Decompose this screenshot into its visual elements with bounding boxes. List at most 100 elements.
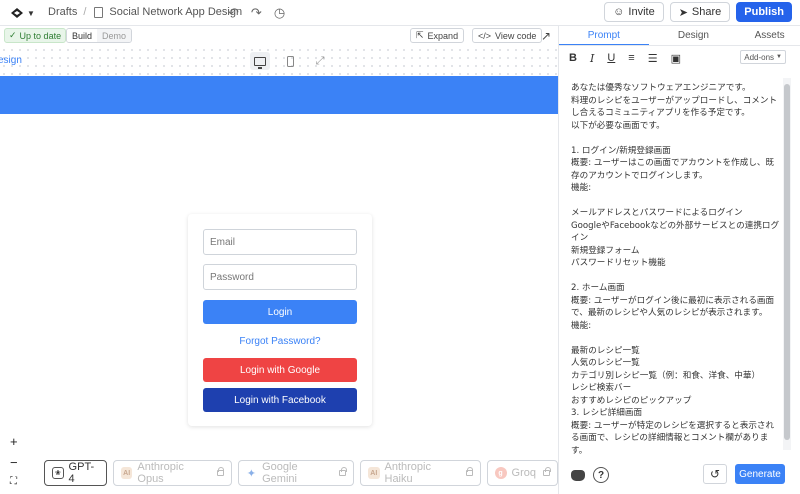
help-icon[interactable]: ?: [593, 467, 609, 483]
fit-view-icon[interactable]: ⤢: [310, 52, 330, 70]
password-field[interactable]: Password: [203, 264, 357, 290]
model-label: Google Gemini: [262, 461, 298, 485]
facebook-login-button[interactable]: Login with Facebook: [203, 388, 357, 412]
model-label: Anthropic Haiku: [384, 461, 431, 485]
model-label: Groq: [511, 467, 536, 479]
numbered-list-icon[interactable]: ≡: [628, 52, 634, 64]
addons-dropdown[interactable]: Add-ons ▼: [740, 50, 786, 64]
monitor-icon: [254, 56, 266, 69]
prompt-line: レシピ検索バー: [571, 383, 632, 393]
breadcrumb-drafts[interactable]: Drafts: [48, 6, 77, 18]
image-icon[interactable]: ▣: [671, 52, 681, 65]
tab-assets[interactable]: Assets: [738, 26, 800, 45]
preview-pane: ✓ Up to date Build Demo ⇱ Expand </> Vie…: [0, 26, 558, 494]
prompt-line: 1. ログイン/新規登録画面: [571, 145, 671, 156]
view-code-button[interactable]: </> View code: [472, 28, 543, 43]
prompt-line: 料理のレシピをユーザーがアップロードし、コメントし合えるコミュニティアプリを作る…: [571, 95, 778, 119]
google-login-button[interactable]: Login with Google: [203, 358, 357, 382]
italic-icon[interactable]: I: [590, 52, 594, 65]
expand-icon: ⇱: [416, 30, 424, 40]
lock-icon: [339, 467, 347, 476]
underline-icon[interactable]: U: [607, 52, 615, 64]
expand-label: Expand: [427, 30, 459, 41]
tab-design[interactable]: Design: [649, 26, 739, 45]
model-label: Anthropic Opus: [137, 461, 184, 485]
build-mode-button[interactable]: Build: [67, 29, 98, 42]
discord-icon[interactable]: [571, 470, 585, 481]
project-title[interactable]: Social Network App Design: [109, 6, 242, 18]
expand-button[interactable]: ⇱ Expand: [410, 28, 465, 43]
breadcrumb: Drafts / Social Network App Design: [48, 6, 242, 18]
publish-button[interactable]: Publish: [736, 2, 792, 22]
model-anthropic-opus[interactable]: AI Anthropic Opus: [112, 460, 232, 486]
redo-icon[interactable]: ↷: [251, 5, 262, 21]
frame-label: esign: [0, 55, 22, 66]
prompt-line: [571, 195, 780, 208]
editor-scrollbar[interactable]: [783, 78, 791, 450]
share-icon: ➤: [678, 6, 688, 19]
prompt-line: 以下が必要な画面です。: [571, 120, 665, 131]
prompt-line: 3. レシピ詳細画面: [571, 408, 643, 418]
prompt-line: GoogleやFacebookなどの外部サービスとの連携ログイン: [571, 220, 780, 244]
demo-mode-button[interactable]: Demo: [97, 29, 132, 42]
chevron-down-icon: ▼: [776, 54, 782, 60]
zoom-in-icon[interactable]: +: [10, 434, 18, 449]
history-icon[interactable]: ◷: [274, 5, 285, 21]
email-field[interactable]: Email: [203, 229, 357, 255]
model-gpt4[interactable]: ❀ GPT-4: [44, 460, 107, 486]
mobile-view-button[interactable]: [280, 52, 300, 70]
prompt-line: 人気のレシピ一覧: [571, 358, 640, 368]
login-button[interactable]: Login: [203, 300, 357, 324]
scroll-thumb[interactable]: [784, 84, 790, 440]
top-bar: ▼ Drafts / Social Network App Design ↶ ↷…: [0, 0, 800, 26]
open-external-icon[interactable]: ↗: [541, 29, 551, 43]
panel-footer: ? ↺ Generate: [559, 462, 800, 494]
share-label: Share: [691, 6, 722, 18]
invite-button[interactable]: ☺ Invite: [604, 2, 664, 22]
model-groq[interactable]: g Groq: [486, 460, 558, 486]
prompt-line: 概要: ユーザーが特定のレシピを選択すると表示される画面で、レシピの詳細情報とコ…: [571, 420, 775, 456]
logo-icon: [11, 8, 23, 18]
addons-label: Add-ons: [744, 52, 775, 62]
zoom-controls: + − ⛶: [10, 434, 18, 487]
panel-tabs: Prompt Design Assets: [559, 26, 800, 46]
prompt-line: [571, 132, 780, 145]
bold-icon[interactable]: B: [569, 52, 577, 64]
view-code-label: View code: [495, 30, 537, 41]
bullet-list-icon[interactable]: ☰: [648, 52, 658, 65]
share-button[interactable]: ➤ Share: [669, 2, 731, 22]
model-label: GPT-4: [68, 461, 95, 485]
prompt-panel: Prompt Design Assets B I U ≡ ☰ ▣ Add-ons…: [558, 26, 800, 494]
zoom-out-icon[interactable]: −: [10, 455, 18, 470]
login-card: Email Password Login Forgot Password? Lo…: [188, 214, 372, 426]
document-icon: [94, 6, 104, 18]
breadcrumb-separator: /: [83, 6, 87, 18]
app-logo[interactable]: ▼: [10, 4, 36, 22]
app-header-band: [0, 76, 558, 114]
prompt-editor[interactable]: あなたは優秀なソフトウェアエンジニアです。 料理のレシピをユーザーがアップロードし…: [563, 70, 787, 460]
prompt-line: 最新のレシピ一覧: [571, 345, 640, 356]
generate-button[interactable]: Generate: [735, 464, 785, 484]
prompt-line: [571, 270, 780, 283]
prompt-line: 機能:: [571, 183, 592, 193]
top-actions: ☺ Invite ➤ Share Publish: [604, 2, 792, 22]
undo-icon[interactable]: ↶: [228, 5, 239, 21]
invite-label: Invite: [628, 6, 655, 18]
anthropic-icon: AI: [120, 467, 133, 479]
model-google-gemini[interactable]: ✦ Google Gemini: [237, 460, 355, 486]
model-selector: ❀ GPT-4 AI Anthropic Opus ✦ Google Gemin…: [44, 460, 558, 486]
prompt-line: メールアドレスとパスワードによるログイン: [571, 208, 743, 218]
prompt-line: おすすめレシピのピックアップ: [571, 395, 692, 406]
model-anthropic-haiku[interactable]: AI Anthropic Haiku: [360, 460, 481, 486]
history-button[interactable]: ↺: [703, 464, 727, 484]
prompt-line: 新規登録フォーム: [571, 245, 640, 256]
fit-screen-icon[interactable]: ⛶: [10, 476, 18, 487]
prompt-line: 2. ホーム画面: [571, 283, 625, 293]
prompt-line: 概要: ユーザーがログイン後に最初に表示される画面で、最新のレシピや人気のレシピ…: [571, 295, 775, 319]
forgot-password-link[interactable]: Forgot Password?: [203, 336, 357, 347]
tab-prompt[interactable]: Prompt: [559, 26, 649, 45]
anthropic-icon: AI: [368, 467, 380, 479]
desktop-view-button[interactable]: [250, 52, 270, 70]
phone-icon: [286, 55, 294, 67]
groq-icon: g: [494, 467, 507, 479]
